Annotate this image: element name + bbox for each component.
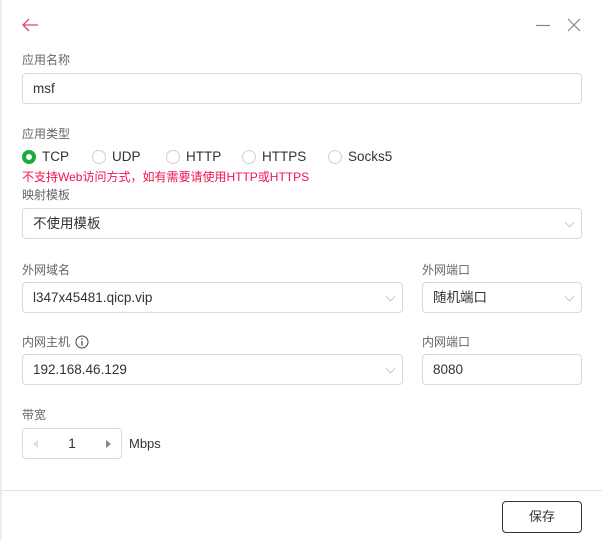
app-name-input[interactable]: msf <box>22 73 582 104</box>
template-value: 不使用模板 <box>33 216 101 231</box>
bandwidth-label: 带宽 <box>22 408 47 422</box>
internal-port-label: 内网端口 <box>422 335 471 349</box>
external-domain-value: l347x45481.qicp.vip <box>33 290 153 305</box>
internal-host-label: 内网主机 <box>22 335 71 349</box>
radio-tcp[interactable]: TCP <box>22 149 69 164</box>
internal-port-input[interactable]: 8080 <box>422 354 582 385</box>
chevron-down-icon <box>564 217 575 228</box>
radio-label: TCP <box>42 149 69 164</box>
radio-unchecked-icon <box>166 149 180 164</box>
chevron-down-icon <box>564 291 575 302</box>
radio-unchecked-icon <box>242 149 256 164</box>
app-name-label: 应用名称 <box>22 53 71 67</box>
chevron-down-icon <box>385 291 396 302</box>
internal-host-label-row: 内网主机 <box>22 333 89 350</box>
radio-unchecked-icon <box>92 149 106 164</box>
app-type-label: 应用类型 <box>22 127 71 141</box>
external-domain-label: 外网域名 <box>22 263 71 277</box>
bandwidth-unit: Mbps <box>129 436 161 451</box>
radio-checked-icon <box>22 149 36 164</box>
app-type-warning: 不支持Web访问方式，如有需要请使用HTTP或HTTPS <box>22 170 310 184</box>
minimize-icon[interactable] <box>535 18 551 32</box>
radio-label: HTTPS <box>262 149 307 164</box>
bandwidth-stepper[interactable]: 1 <box>22 428 122 459</box>
radio-label: Socks5 <box>348 149 393 164</box>
internal-host-value: 192.168.46.129 <box>33 362 127 377</box>
internal-host-select[interactable]: 192.168.46.129 <box>22 354 403 385</box>
radio-socks5[interactable]: Socks5 <box>328 149 392 164</box>
increment-icon[interactable] <box>106 440 112 448</box>
radio-udp[interactable]: UDP <box>92 149 141 164</box>
external-port-label: 外网端口 <box>422 263 471 277</box>
external-port-select[interactable]: 随机端口 <box>422 282 582 313</box>
radio-unchecked-icon <box>328 149 342 164</box>
close-icon[interactable] <box>567 18 581 32</box>
window-edge <box>0 0 2 540</box>
template-select[interactable]: 不使用模板 <box>22 208 582 239</box>
radio-label: UDP <box>112 149 141 164</box>
radio-https[interactable]: HTTPS <box>242 149 306 164</box>
radio-label: HTTP <box>186 149 222 164</box>
external-domain-select[interactable]: l347x45481.qicp.vip <box>22 282 403 313</box>
save-button[interactable]: 保存 <box>502 501 582 533</box>
back-arrow-icon[interactable] <box>21 18 39 32</box>
footer-divider <box>2 490 602 491</box>
chevron-down-icon <box>385 363 396 374</box>
info-icon[interactable] <box>75 335 89 349</box>
external-port-value: 随机端口 <box>433 290 487 305</box>
template-label: 映射模板 <box>22 188 71 202</box>
radio-http[interactable]: HTTP <box>166 149 221 164</box>
